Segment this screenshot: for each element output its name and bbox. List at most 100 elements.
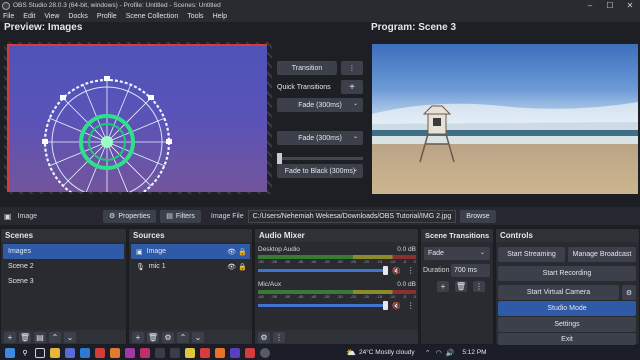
volume-slider[interactable] [258, 301, 388, 310]
start-streaming-button[interactable]: Start Streaming [498, 247, 565, 262]
network-icon[interactable]: ◠ [436, 349, 442, 357]
channel-name: Mic/Aux [258, 281, 282, 288]
task-view-icon[interactable] [35, 347, 45, 358]
app-icon-5[interactable] [140, 347, 150, 358]
lock-icon[interactable]: 🔒 [238, 248, 247, 256]
filter-icon: ▤ [166, 213, 173, 220]
menu-profile[interactable]: Profile [97, 13, 117, 20]
app-icon-9[interactable] [200, 347, 210, 358]
add-quick-transition-button[interactable]: + [341, 80, 363, 94]
browse-button[interactable]: Browse [460, 209, 496, 223]
close-button[interactable]: ✕ [620, 0, 640, 11]
obs-taskbar-icon[interactable] [260, 347, 270, 358]
ferris-wheel-image [42, 76, 172, 206]
scene-filters-icon[interactable]: ▤ [34, 331, 46, 343]
minimize-button[interactable]: – [580, 0, 600, 11]
virtual-camera-settings-gear-icon[interactable]: ⚙ [622, 285, 636, 300]
scene-item-images[interactable]: Images [3, 244, 124, 259]
eye-icon[interactable]: 👁 [227, 248, 236, 256]
duration-spinbox[interactable]: 700 ms [451, 264, 490, 277]
eye-icon[interactable]: 👁 [227, 263, 236, 271]
transition-menu-button[interactable]: ⋮ [341, 61, 363, 75]
app-icon-4[interactable] [125, 347, 135, 358]
app-icon-11[interactable] [245, 347, 255, 358]
scene-item-scene-2[interactable]: Scene 2 [3, 259, 124, 274]
app-icon-8[interactable] [185, 347, 195, 358]
controls-dock: Controls Start Streaming Manage Broadcas… [495, 228, 640, 345]
app-icon-2[interactable] [95, 347, 105, 358]
exit-button[interactable]: Exit [498, 333, 636, 345]
mixer-footer: ⚙ ⋮ [255, 330, 418, 344]
source-item-mic-1[interactable]: 🎙 mic 1 👁 🔒 [131, 259, 250, 274]
transition-button[interactable]: Transition [277, 61, 337, 75]
app-icon-7[interactable] [170, 347, 180, 358]
search-icon[interactable]: ⚲ [20, 348, 30, 358]
t-bar-track[interactable] [277, 157, 363, 160]
add-source-icon[interactable]: + [132, 331, 144, 343]
transition-menu-icon[interactable]: ⋮ [473, 281, 485, 292]
quick-transition-fade-1[interactable]: Fade (300ms) ⌄ [277, 98, 363, 112]
windows-start-icon[interactable] [5, 347, 15, 358]
menu-view[interactable]: View [44, 13, 59, 20]
start-recording-button[interactable]: Start Recording [498, 266, 636, 281]
program-title: Program: Scene 3 [371, 22, 457, 33]
meter-ticks: -60 -55 -50 -45 -40 -35 -30 -25 -20 -15 -10 -5 0 [258, 294, 416, 299]
menu-docks[interactable]: Docks [68, 13, 87, 20]
selected-source-name: Image [17, 212, 38, 220]
source-properties-icon[interactable]: ⚙ [162, 331, 174, 343]
speaker-muted-icon[interactable]: 🔇 [392, 302, 401, 310]
move-up-icon[interactable]: ⌃ [177, 331, 189, 343]
studio-mode-button[interactable]: Studio Mode [498, 301, 636, 316]
source-item-image[interactable]: ▣ Image 👁 🔒 [131, 244, 250, 259]
menu-edit[interactable]: Edit [23, 13, 35, 20]
tray-chevron-icon[interactable]: ⌃ [425, 349, 431, 357]
quick-transition-fade-black[interactable]: Fade to Black (300ms) ⌄ [277, 164, 363, 178]
preview-title: Preview: Images [4, 22, 83, 33]
filters-button[interactable]: ▤ Filters [160, 209, 201, 223]
vscode-icon[interactable] [80, 347, 90, 358]
app-icon-1[interactable] [65, 347, 75, 358]
volume-slider-handle[interactable] [383, 301, 388, 310]
remove-transition-icon[interactable]: 🗑 [455, 281, 467, 292]
app-icon-3[interactable] [110, 347, 120, 358]
add-transition-icon[interactable]: + [437, 281, 449, 292]
firefox-icon[interactable] [215, 347, 225, 358]
move-down-icon[interactable]: ⌄ [192, 331, 204, 343]
remove-scene-icon[interactable]: 🗑 [19, 331, 31, 343]
menu-scene-collection[interactable]: Scene Collection [126, 13, 179, 20]
volume-icon[interactable]: 🔊 [446, 349, 455, 357]
add-scene-icon[interactable]: + [4, 331, 16, 343]
duration-label: Duration [423, 267, 450, 274]
channel-menu-icon[interactable]: ⋮ [407, 266, 415, 275]
move-up-icon[interactable]: ⌃ [49, 331, 61, 343]
mixer-menu-icon[interactable]: ⋮ [273, 331, 285, 343]
advanced-audio-properties-icon[interactable]: ⚙ [258, 331, 270, 343]
speaker-muted-icon[interactable]: 🔇 [392, 267, 401, 275]
t-bar-handle[interactable] [277, 153, 282, 164]
menu-file[interactable]: File [3, 13, 14, 20]
start-virtual-camera-button[interactable]: Start Virtual Camera [498, 285, 619, 300]
menu-help[interactable]: Help [213, 13, 227, 20]
menu-tools[interactable]: Tools [187, 13, 203, 20]
channel-menu-icon[interactable]: ⋮ [407, 301, 415, 310]
quick-transition-fade-2[interactable]: Fade (300ms) ⌄ [277, 131, 363, 145]
lock-icon[interactable]: 🔒 [238, 263, 247, 271]
file-explorer-icon[interactable] [50, 347, 60, 358]
volume-slider-handle[interactable] [383, 266, 388, 275]
maximize-button[interactable]: ☐ [600, 0, 620, 11]
weather-text: 24°C Mostly cloudy [358, 349, 415, 356]
preview-canvas[interactable] [7, 44, 267, 206]
manage-broadcast-button[interactable]: Manage Broadcast [568, 247, 636, 262]
properties-button[interactable]: ⚙ Properties [103, 209, 157, 223]
move-down-icon[interactable]: ⌄ [64, 331, 76, 343]
remove-source-icon[interactable]: 🗑 [147, 331, 159, 343]
volume-slider[interactable] [258, 266, 388, 275]
image-path-field[interactable]: C:/Users/Nehemiah Wekesa/Downloads/OBS T… [247, 209, 457, 223]
settings-button[interactable]: Settings [498, 317, 636, 332]
program-area [372, 44, 638, 194]
app-icon-6[interactable] [155, 347, 165, 358]
app-icon-10[interactable] [230, 347, 240, 358]
clock-time[interactable]: 5:12 PM [462, 349, 486, 356]
scene-item-scene-3[interactable]: Scene 3 [3, 274, 124, 289]
transition-type-select[interactable]: Fade ⌄ [424, 247, 490, 260]
